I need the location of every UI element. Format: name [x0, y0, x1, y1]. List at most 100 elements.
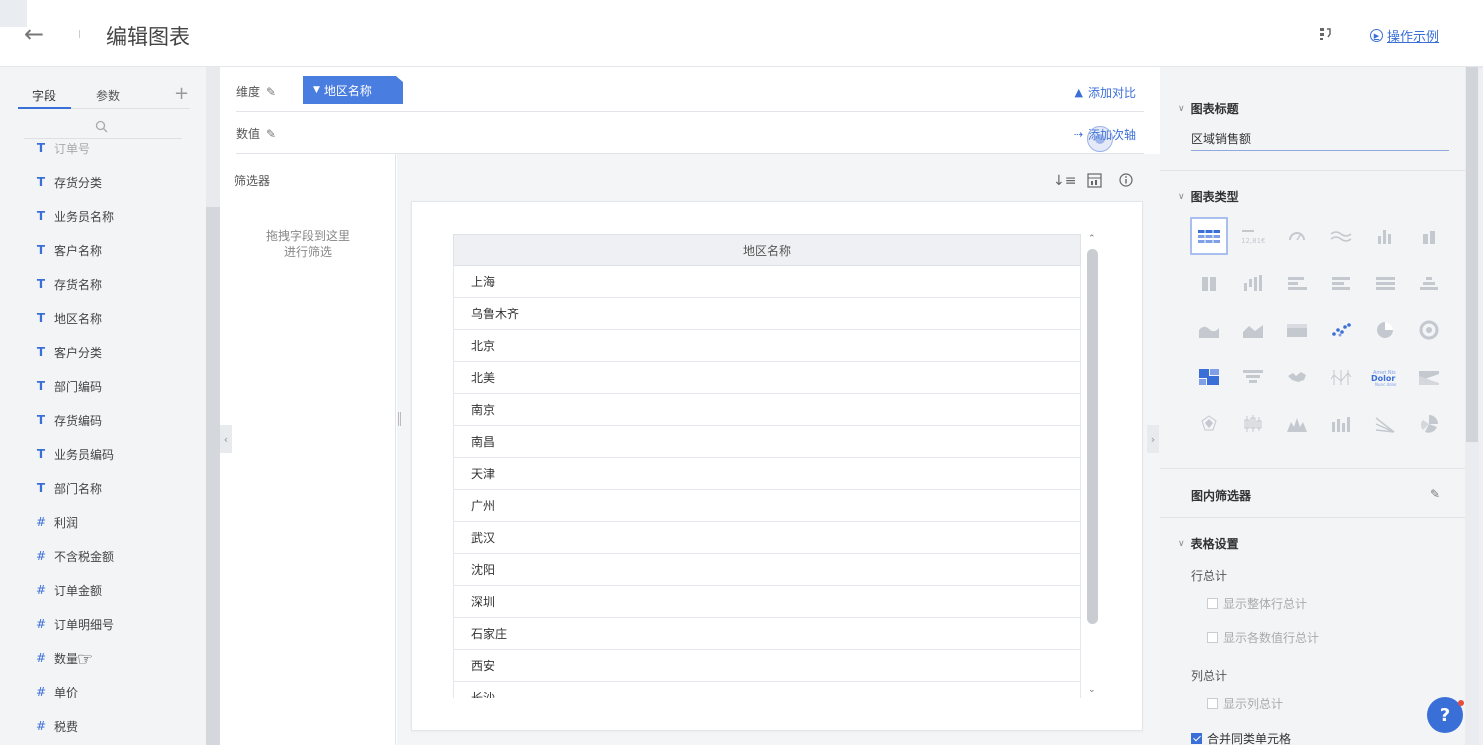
field-item[interactable]: # 税费 — [36, 716, 78, 736]
table-row[interactable]: 深圳 — [453, 586, 1081, 618]
resize-handle[interactable] — [398, 412, 401, 426]
merge-cells-checkbox[interactable]: 合并同类单元格 — [1191, 730, 1291, 745]
field-item[interactable]: T 部门名称 — [36, 478, 102, 498]
table-row[interactable]: 北京 — [453, 330, 1081, 362]
search-icon[interactable] — [95, 120, 109, 134]
grouped-column-icon[interactable] — [1190, 264, 1228, 302]
dimension-chip[interactable]: ▼ 地区名称 — [303, 76, 403, 104]
scrollbar-thumb[interactable] — [206, 207, 220, 745]
field-item[interactable]: # 利润 — [36, 512, 78, 532]
chart-title-input[interactable] — [1191, 127, 1449, 151]
chevron-down-icon[interactable]: ⌄ — [1088, 685, 1096, 695]
treemap-icon[interactable] — [1190, 358, 1228, 396]
chart-settings-icon[interactable] — [1087, 173, 1102, 192]
table-row[interactable]: 北美 — [453, 362, 1081, 394]
pencil-icon[interactable]: ✎ — [266, 127, 276, 141]
gauge-chart-icon[interactable] — [1278, 217, 1316, 255]
funnel-icon[interactable] — [1234, 358, 1272, 396]
field-item[interactable]: T 存货编码 — [36, 410, 102, 430]
table-row[interactable]: 南京 — [453, 394, 1081, 426]
field-item[interactable]: # 不含税金额 — [36, 546, 114, 566]
tab-params[interactable]: 参数 — [96, 87, 120, 104]
checkbox[interactable] — [1207, 598, 1218, 609]
word-cloud-icon[interactable]: Amet Nis Dolor Nunc dolor — [1366, 358, 1404, 396]
field-item[interactable]: T 业务员编码 — [36, 444, 114, 464]
chart-type-section[interactable]: ∨ 图表类型 — [1178, 188, 1239, 205]
radar-icon[interactable] — [1190, 405, 1228, 443]
boxplot-icon[interactable] — [1234, 405, 1272, 443]
properties-scrollbar[interactable] — [1465, 67, 1479, 745]
table-row[interactable]: 石家庄 — [453, 618, 1081, 650]
scrollbar-thumb[interactable] — [1087, 249, 1098, 624]
add-compare-button[interactable]: ▲ 添加对比 — [1075, 84, 1136, 101]
field-item[interactable]: # 订单金额 — [36, 580, 102, 600]
heatmap-icon[interactable] — [1278, 311, 1316, 349]
stacked-bar-icon[interactable] — [1410, 217, 1448, 255]
combo-icon[interactable] — [1322, 405, 1360, 443]
scatter-chart-icon[interactable] — [1322, 311, 1360, 349]
area-chart-icon[interactable] — [1190, 311, 1228, 349]
tab-fields[interactable]: 字段 — [32, 87, 56, 104]
pie-chart-icon[interactable] — [1366, 311, 1404, 349]
layout-toggle-icon[interactable] — [1318, 26, 1336, 44]
show-value-row-total-checkbox[interactable]: 显示各数值行总计 — [1207, 629, 1319, 646]
field-item[interactable]: T 存货分类 — [36, 172, 102, 192]
field-item[interactable]: T 地区名称 — [36, 308, 102, 328]
search-input[interactable] — [24, 138, 182, 139]
table-row[interactable]: 武汉 — [453, 522, 1081, 554]
sankey-icon[interactable] — [1410, 358, 1448, 396]
rose-icon[interactable] — [1410, 405, 1448, 443]
horizontal-percent-icon[interactable] — [1366, 264, 1404, 302]
table-row[interactable]: 南昌 — [453, 426, 1081, 458]
back-button[interactable]: ← — [24, 20, 56, 48]
info-icon[interactable] — [1119, 173, 1133, 191]
table-row[interactable]: 长沙 — [453, 682, 1081, 698]
kpi-chart-icon[interactable]: 12,81€ — [1234, 217, 1272, 255]
example-link[interactable]: ▶ 操作示例 — [1370, 26, 1439, 45]
table-scrollbar[interactable]: ⌃ ⌄ — [1085, 234, 1099, 699]
bar-chart-icon[interactable] — [1366, 217, 1404, 255]
horizontal-stacked-icon[interactable] — [1322, 264, 1360, 302]
waterfall-icon[interactable] — [1234, 264, 1272, 302]
table-chart-icon[interactable] — [1190, 217, 1228, 255]
chevron-up-icon[interactable]: ⌃ — [1088, 234, 1096, 244]
field-item[interactable]: T 部门编码 — [36, 376, 102, 396]
wave-chart-icon[interactable] — [1322, 217, 1360, 255]
field-item[interactable]: T 订单号 — [36, 142, 90, 158]
mountain-icon[interactable] — [1278, 405, 1316, 443]
table-row[interactable]: 广州 — [453, 490, 1081, 522]
horizontal-bar-icon[interactable] — [1278, 264, 1316, 302]
table-row[interactable]: 西安 — [453, 650, 1081, 682]
collapse-right-button[interactable]: › — [1147, 425, 1159, 453]
checkbox[interactable] — [1207, 632, 1218, 643]
map-icon[interactable] — [1278, 358, 1316, 396]
table-row[interactable]: 乌鲁木齐 — [453, 298, 1081, 330]
donut-chart-icon[interactable] — [1410, 311, 1448, 349]
sort-icon[interactable]: ↓≡ — [1053, 173, 1076, 189]
add-icon[interactable]: + — [174, 83, 189, 104]
field-item[interactable]: # 数量 — [36, 648, 78, 668]
checkbox[interactable] — [1191, 733, 1202, 744]
field-item[interactable]: T 存货名称 — [36, 274, 102, 294]
table-settings-section[interactable]: ∨ 表格设置 — [1178, 535, 1239, 552]
table-row[interactable]: 沈阳 — [453, 554, 1081, 586]
inner-filter-section[interactable]: 图内筛选器 — [1191, 487, 1251, 504]
stacked-area-icon[interactable] — [1234, 311, 1272, 349]
chart-title-section[interactable]: ∨ 图表标题 — [1178, 100, 1239, 117]
scrollbar-thumb[interactable] — [1466, 67, 1478, 442]
pencil-icon[interactable]: ✎ — [266, 85, 276, 99]
pencil-icon[interactable]: ✎ — [1430, 487, 1440, 501]
field-item[interactable]: # 订单明细号 — [36, 614, 114, 634]
parallel-icon[interactable] — [1322, 358, 1360, 396]
field-item[interactable]: T 客户名称 — [36, 240, 102, 260]
field-item[interactable]: # 单价 — [36, 682, 78, 702]
collapse-left-button[interactable]: ‹ — [220, 425, 232, 453]
pyramid-icon[interactable] — [1410, 264, 1448, 302]
flow-icon[interactable] — [1366, 405, 1404, 443]
filter-drop-zone[interactable]: 拖拽字段到这里 进行筛选 — [220, 228, 396, 260]
field-item[interactable]: T 客户分类 — [36, 342, 102, 362]
help-button[interactable]: ? — [1427, 697, 1464, 733]
checkbox[interactable] — [1207, 698, 1218, 709]
field-item[interactable]: T 业务员名称 — [36, 206, 114, 226]
show-col-total-checkbox[interactable]: 显示列总计 — [1207, 695, 1283, 712]
